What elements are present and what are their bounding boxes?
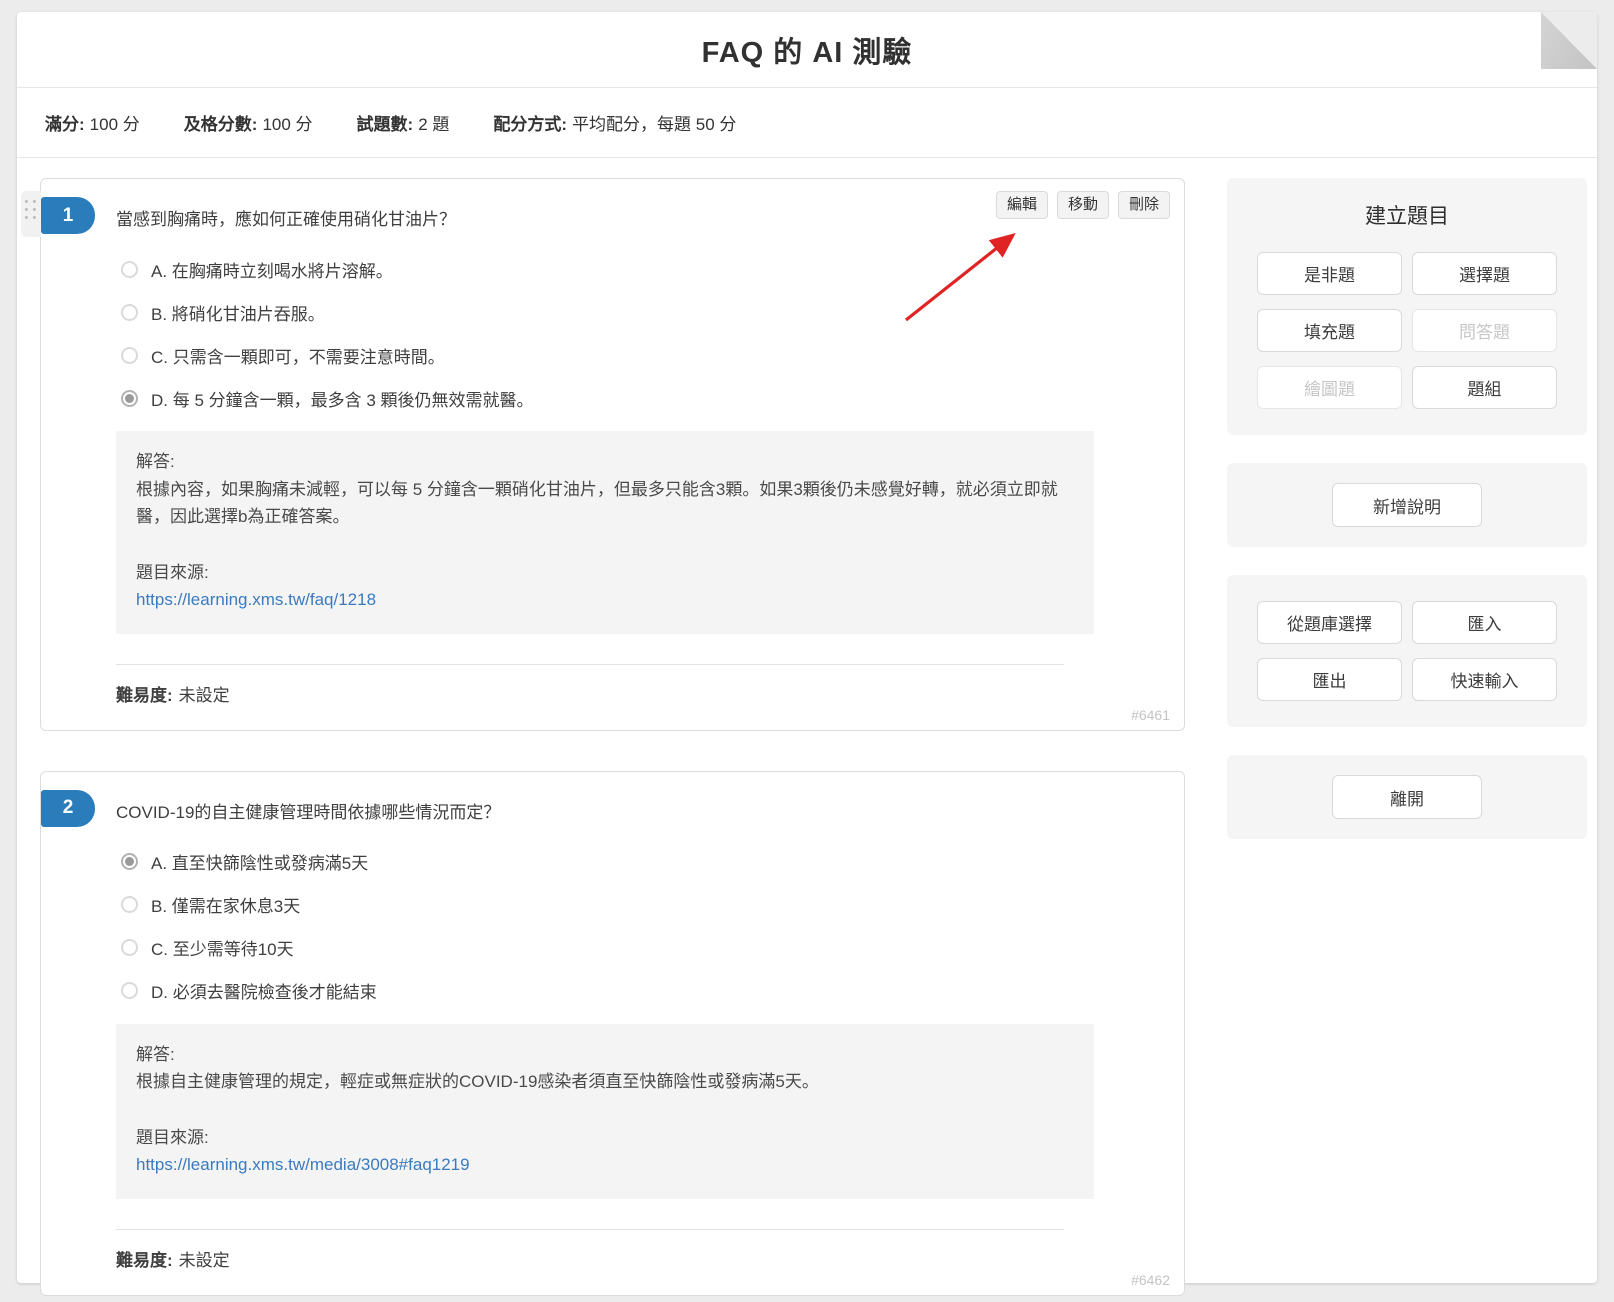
question-card-1: 1 當感到胸痛時，應如何正確使用硝化甘油片？ 編輯 移動 刪除 A. 在胸痛時立… [40,178,1185,731]
option-label: A. 直至快篩陰性或發病滿5天 [151,849,368,874]
question-group-button[interactable]: 題組 [1412,366,1557,409]
radio-button[interactable] [121,347,138,364]
difficulty-row: 難易度: 未設定 [116,681,1168,706]
fill-in-blank-button[interactable]: 填充題 [1257,309,1402,352]
option-row: D. 必須去醫院檢查後才能結束 [121,981,1184,1001]
source-link[interactable]: https://learning.xms.tw/faq/1218 [136,590,376,609]
option-label: D. 每 5 分鐘含一顆，最多含 3 顆後仍無效需就醫。 [151,386,534,411]
edit-button[interactable]: 編輯 [996,191,1048,219]
create-question-title: 建立題目 [1257,200,1557,230]
radio-button[interactable] [121,390,138,407]
explanation-box: 解答: 根據內容，如果胸痛未減輕，可以每 5 分鐘含一顆硝化甘油片，但最多只能含… [116,431,1094,634]
true-false-button[interactable]: 是非題 [1257,252,1402,295]
question-number-badge: 1 [41,197,95,234]
create-question-panel: 建立題目 是非題 選擇題 填充題 問答題 繪圖題 題組 [1227,178,1587,435]
quiz-editor-page: FAQ 的 AI 測驗 滿分:100 分 及格分數:100 分 試題數:2 題 … [0,0,1614,1302]
option-row: C. 只需含一顆即可，不需要注意時間。 [121,345,1184,365]
option-label: D. 必須去醫院檢查後才能結束 [151,978,377,1003]
question-text: 當感到胸痛時，應如何正確使用硝化甘油片？ [116,197,456,230]
main-card: FAQ 的 AI 測驗 滿分:100 分 及格分數:100 分 試題數:2 題 … [17,12,1597,1283]
question-number-badge: 2 [41,790,95,827]
explanation-box: 解答: 根據自主健康管理的規定，輕症或無症狀的COVID-19感染者須直至快篩陰… [116,1024,1094,1199]
page-title: FAQ 的 AI 測驗 [702,29,913,71]
source-link[interactable]: https://learning.xms.tw/media/3008#faq12… [136,1155,470,1174]
leave-button[interactable]: 離開 [1332,775,1482,819]
option-label: C. 只需含一顆即可，不需要注意時間。 [151,343,445,368]
explanation-label: 解答: [136,1041,1074,1069]
options-list: A. 直至快篩陰性或發病滿5天 B. 僅需在家休息3天 C. 至少需等待10天 [121,852,1184,1001]
stat-max-score: 滿分:100 分 [45,110,140,135]
radio-button[interactable] [121,982,138,999]
difficulty-label: 難易度: [116,1251,173,1270]
header: FAQ 的 AI 測驗 [17,12,1597,88]
explanation-label: 解答: [136,448,1074,476]
option-label: B. 將硝化甘油片吞服。 [151,300,325,325]
quiz-stats-bar: 滿分:100 分 及格分數:100 分 試題數:2 題 配分方式:平均配分，每題… [17,88,1597,158]
questions-column: 1 當感到胸痛時，應如何正確使用硝化甘油片？ 編輯 移動 刪除 A. 在胸痛時立… [40,178,1185,1296]
option-row: A. 在胸痛時立刻喝水將片溶解。 [121,259,1184,279]
question-card-2: 2 COVID-19的自主健康管理時間依據哪些情況而定？ A. 直至快篩陰性或發… [40,771,1185,1296]
content-area: 1 當感到胸痛時，應如何正確使用硝化甘油片？ 編輯 移動 刪除 A. 在胸痛時立… [17,158,1597,1296]
drawing-question-button: 繪圖題 [1257,366,1402,409]
question-text: COVID-19的自主健康管理時間依據哪些情況而定？ [116,790,500,823]
short-answer-button: 問答題 [1412,309,1557,352]
difficulty-label: 難易度: [116,686,173,705]
page-fold-corner [1541,12,1597,69]
add-note-panel: 新增說明 [1227,463,1587,547]
move-button[interactable]: 移動 [1057,191,1109,219]
add-note-button[interactable]: 新增說明 [1332,483,1482,527]
source-label: 題目來源: [136,1124,1074,1152]
radio-button[interactable] [121,261,138,278]
quick-input-button[interactable]: 快速輸入 [1412,658,1557,701]
leave-panel: 離開 [1227,755,1587,839]
stat-pass-score: 及格分數:100 分 [184,110,313,135]
radio-button[interactable] [121,304,138,321]
difficulty-value: 未設定 [179,686,230,705]
option-row: A. 直至快篩陰性或發病滿5天 [121,852,1184,872]
divider [116,664,1064,665]
radio-button[interactable] [121,939,138,956]
explanation-text: 根據內容，如果胸痛未減輕，可以每 5 分鐘含一顆硝化甘油片，但最多只能含3顆。如… [136,476,1074,531]
divider [116,1229,1064,1230]
radio-button[interactable] [121,853,138,870]
options-list: A. 在胸痛時立刻喝水將片溶解。 B. 將硝化甘油片吞服。 C. 只需含一顆即可… [121,259,1184,408]
question-actions: 編輯 移動 刪除 [996,191,1170,219]
source-label: 題目來源: [136,559,1074,587]
export-button[interactable]: 匯出 [1257,658,1402,701]
difficulty-value: 未設定 [179,1251,230,1270]
delete-button[interactable]: 刪除 [1118,191,1170,219]
option-row: C. 至少需等待10天 [121,938,1184,958]
question-bank-panel: 從題庫選擇 匯入 匯出 快速輸入 [1227,575,1587,727]
option-row: B. 將硝化甘油片吞服。 [121,302,1184,322]
stat-scoring-method: 配分方式:平均配分，每題 50 分 [493,110,736,135]
option-label: C. 至少需等待10天 [151,935,294,960]
option-label: A. 在胸痛時立刻喝水將片溶解。 [151,257,393,282]
radio-button[interactable] [121,896,138,913]
question-id-tag: #6461 [1131,707,1170,723]
select-from-bank-button[interactable]: 從題庫選擇 [1257,601,1402,644]
difficulty-row: 難易度: 未設定 [116,1246,1168,1271]
explanation-text: 根據自主健康管理的規定，輕症或無症狀的COVID-19感染者須直至快篩陰性或發病… [136,1068,1074,1096]
option-row: B. 僅需在家休息3天 [121,895,1184,915]
drag-handle-icon[interactable] [21,191,41,237]
option-row: D. 每 5 分鐘含一顆，最多含 3 顆後仍無效需就醫。 [121,388,1184,408]
option-label: B. 僅需在家休息3天 [151,892,300,917]
sidebar: 建立題目 是非題 選擇題 填充題 問答題 繪圖題 題組 新增說明 從題 [1227,178,1587,1296]
import-button[interactable]: 匯入 [1412,601,1557,644]
multiple-choice-button[interactable]: 選擇題 [1412,252,1557,295]
stat-question-count: 試題數:2 題 [357,110,450,135]
question-id-tag: #6462 [1131,1272,1170,1288]
